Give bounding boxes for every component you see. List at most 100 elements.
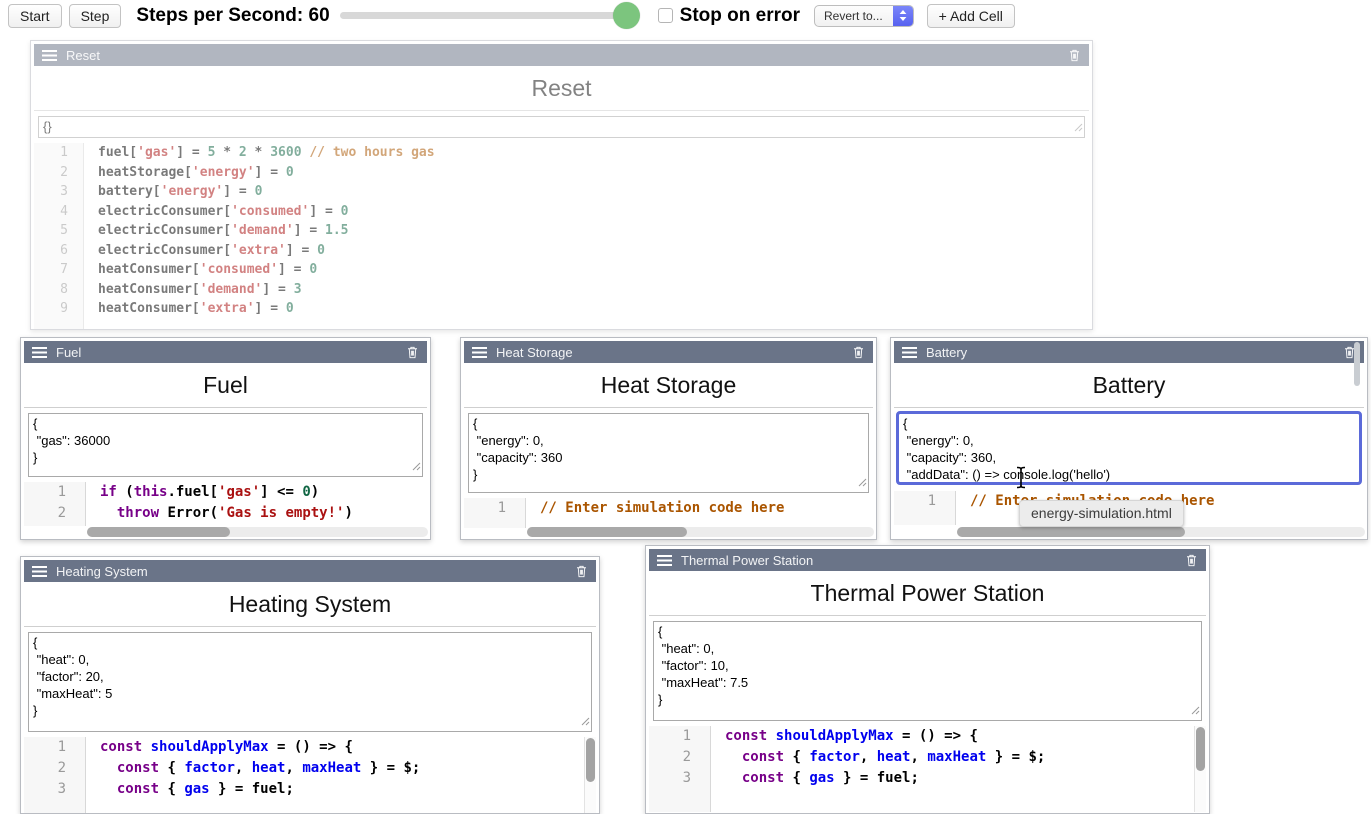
code-line[interactable]: 5electricConsumer['demand'] = 1.5	[34, 221, 1089, 241]
code-editor[interactable]: 1// Enter simulation code here	[464, 498, 873, 528]
h-scrollbar[interactable]	[957, 527, 1365, 537]
scrollbar-thumb[interactable]	[1196, 727, 1205, 771]
code-line[interactable]: 1fuel['gas'] = 5 * 2 * 3600 // two hours…	[34, 143, 1089, 163]
resize-handle-icon[interactable]	[581, 713, 590, 730]
cell-heading: Heating System	[24, 582, 596, 626]
state-textarea[interactable]: { "heat": 0, "factor": 10, "maxHeat": 7.…	[653, 621, 1202, 721]
h-scrollbar[interactable]	[527, 527, 874, 537]
code-line[interactable]: 9heatConsumer['extra'] = 0	[34, 299, 1089, 319]
drag-handle-icon[interactable]	[657, 555, 672, 566]
v-scrollbar[interactable]	[584, 737, 596, 813]
scrollbar-thumb[interactable]	[87, 527, 230, 537]
code-editor[interactable]: 1const shouldApplyMax = () => {2 const {…	[649, 726, 1206, 812]
cell-title: Battery	[926, 345, 1343, 360]
code-editor[interactable]: 1fuel['gas'] = 5 * 2 * 3600 // two hours…	[34, 143, 1089, 329]
cell-heating-system-header[interactable]: Heating System	[24, 560, 596, 582]
divider	[34, 110, 1089, 111]
line-content: const shouldApplyMax = () => {	[86, 737, 353, 758]
line-content: electricConsumer['demand'] = 1.5	[84, 221, 348, 241]
code-line[interactable]: 1if (this.fuel['gas'] <= 0)	[24, 482, 427, 503]
cell-title: Thermal Power Station	[681, 553, 1185, 568]
delete-cell-button[interactable]	[1185, 553, 1198, 567]
code-line[interactable]: 2heatStorage['energy'] = 0	[34, 163, 1089, 183]
step-button[interactable]: Step	[69, 4, 122, 28]
cell-heat-storage-header[interactable]: Heat Storage	[464, 341, 873, 363]
line-number: 6	[34, 241, 84, 261]
line-content: electricConsumer['consumed'] = 0	[84, 202, 348, 222]
resize-handle-icon[interactable]	[1074, 119, 1083, 136]
scrollbar-thumb[interactable]	[586, 738, 595, 782]
delete-cell-button[interactable]	[852, 345, 865, 359]
drag-handle-icon[interactable]	[902, 347, 917, 358]
code-line[interactable]: 3 const { gas } = fuel;	[649, 768, 1206, 789]
cell-reset: Reset Reset {} 1fuel['gas'] = 5 * 2 * 36…	[30, 40, 1093, 330]
line-number: 2	[24, 758, 86, 779]
h-scrollbar[interactable]	[87, 527, 428, 537]
revert-to-select[interactable]: Revert to...	[814, 5, 914, 27]
scrollbar-thumb[interactable]	[527, 527, 687, 537]
state-textarea[interactable]: {}	[38, 116, 1085, 138]
code-line[interactable]: 3battery['energy'] = 0	[34, 182, 1089, 202]
code-line[interactable]: 2 throw Error('Gas is empty!')	[24, 503, 427, 524]
line-number: 7	[34, 260, 84, 280]
state-textarea[interactable]: { "heat": 0, "factor": 20, "maxHeat": 5 …	[28, 632, 592, 732]
drag-handle-icon[interactable]	[32, 566, 47, 577]
code-line[interactable]: 1const shouldApplyMax = () => {	[649, 726, 1206, 747]
state-textarea-focused[interactable]: { "energy": 0, "capacity": 360, "addData…	[898, 413, 1360, 483]
cell-battery-header[interactable]: Battery	[894, 341, 1364, 363]
resize-handle-icon[interactable]	[412, 458, 421, 475]
line-number: 5	[34, 221, 84, 241]
code-line[interactable]: 7heatConsumer['consumed'] = 0	[34, 260, 1089, 280]
text-cursor-icon	[1015, 466, 1027, 494]
drag-handle-icon[interactable]	[32, 347, 47, 358]
code-line[interactable]: 8heatConsumer['demand'] = 3	[34, 280, 1089, 300]
line-number: 2	[24, 503, 86, 524]
start-button[interactable]: Start	[8, 4, 62, 28]
drag-handle-icon[interactable]	[472, 347, 487, 358]
speed-label: Steps per Second: 60	[136, 5, 329, 27]
cell-title: Heat Storage	[496, 345, 852, 360]
v-scrollbar[interactable]	[1194, 726, 1206, 812]
code-line[interactable]: 2 const { factor, heat, maxHeat } = $;	[649, 747, 1206, 768]
drag-handle-icon[interactable]	[42, 50, 57, 61]
code-line[interactable]: 6electricConsumer['extra'] = 0	[34, 241, 1089, 261]
code-line[interactable]: 1const shouldApplyMax = () => {	[24, 737, 596, 758]
cell-reset-header[interactable]: Reset	[34, 44, 1089, 66]
cell-heat-storage: Heat Storage Heat Storage { "energy": 0,…	[460, 337, 877, 540]
line-content: const { gas } = fuel;	[711, 768, 919, 789]
code-editor[interactable]: 1const shouldApplyMax = () => {2 const {…	[24, 737, 596, 813]
resize-handle-icon[interactable]	[858, 474, 867, 491]
tooltip: energy-simulation.html	[1019, 500, 1184, 527]
delete-cell-button[interactable]	[406, 345, 419, 359]
code-line[interactable]: 3 const { gas } = fuel;	[24, 779, 596, 800]
cell-heading: Fuel	[24, 363, 427, 407]
line-number: 1	[894, 491, 956, 512]
code-line[interactable]: 1// Enter simulation code here	[464, 498, 873, 519]
state-textarea[interactable]: { "energy": 0, "capacity": 360 }	[468, 413, 869, 493]
code-editor[interactable]: 1if (this.fuel['gas'] <= 0)2 throw Error…	[24, 482, 427, 526]
add-cell-button[interactable]: + Add Cell	[927, 4, 1015, 28]
line-number: 3	[649, 768, 711, 789]
cell-title: Fuel	[56, 345, 406, 360]
code-line[interactable]: 4electricConsumer['consumed'] = 0	[34, 202, 1089, 222]
cell-thermal-power-station-header[interactable]: Thermal Power Station	[649, 549, 1206, 571]
state-textarea[interactable]: { "gas": 36000 }	[28, 413, 423, 477]
delete-cell-button[interactable]	[1068, 48, 1081, 62]
divider	[649, 615, 1206, 616]
divider	[24, 626, 596, 627]
line-number: 9	[34, 299, 84, 319]
delete-cell-button[interactable]	[575, 564, 588, 578]
cell-title: Heating System	[56, 564, 575, 579]
code-line[interactable]: 2 const { factor, heat, maxHeat } = $;	[24, 758, 596, 779]
line-number: 2	[34, 163, 84, 183]
textarea-v-scrollbar[interactable]	[1354, 342, 1360, 386]
slider-knob[interactable]	[613, 2, 640, 29]
resize-handle-icon[interactable]	[1191, 702, 1200, 719]
stop-on-error-checkbox[interactable]	[658, 8, 673, 23]
line-content: throw Error('Gas is empty!')	[86, 503, 353, 524]
speed-slider[interactable]	[340, 12, 636, 19]
line-number: 1	[34, 143, 84, 163]
cell-fuel-header[interactable]: Fuel	[24, 341, 427, 363]
cell-fuel: Fuel Fuel { "gas": 36000 } 1if (this.fue…	[20, 337, 431, 540]
scrollbar-thumb[interactable]	[957, 527, 1185, 537]
